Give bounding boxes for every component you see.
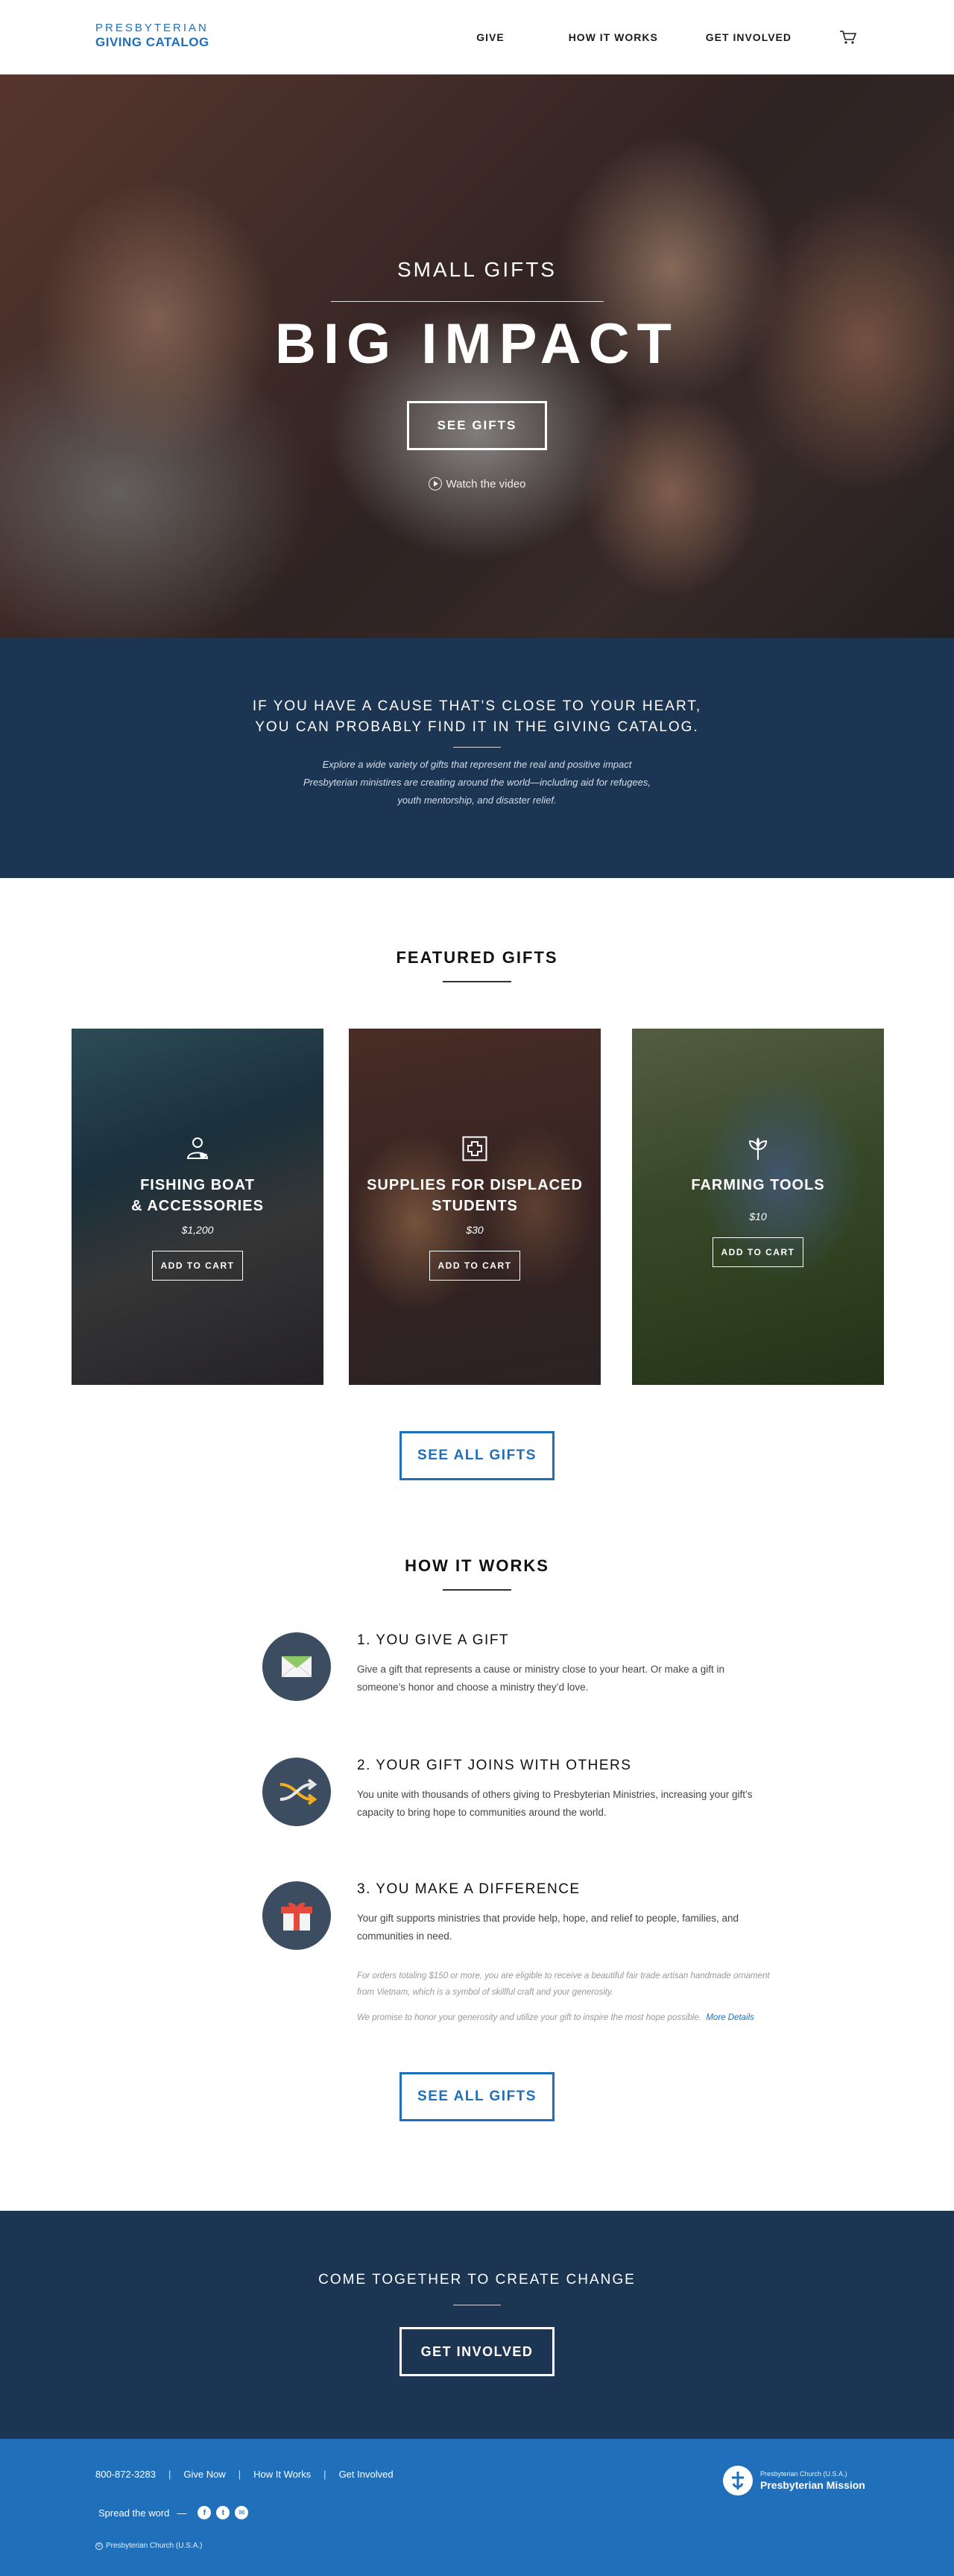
email-icon[interactable]: ✉ — [235, 2506, 249, 2519]
how-it-works-title: HOW IT WORKS — [405, 1556, 549, 1575]
person-boat-icon — [185, 1136, 210, 1161]
step-1-text: Give a gift that represents a cause or m… — [357, 1664, 724, 1693]
spread-label: Spread the word — [98, 2507, 170, 2519]
more-details-link[interactable]: More Details — [706, 2013, 754, 2022]
see-all-gifts-button[interactable]: SEE ALL GIFTS — [399, 1431, 555, 1480]
intro-body: Explore a wide variety of gifts that rep… — [303, 759, 651, 806]
step-3-title: 3. YOU MAKE A DIFFERENCE — [357, 1881, 581, 1897]
nav-give[interactable]: GIVE — [476, 31, 504, 43]
pcusa-seal-icon — [723, 2466, 753, 2496]
sprout-icon — [745, 1136, 771, 1161]
add-to-cart-button[interactable]: ADD TO CART — [152, 1251, 243, 1281]
cta-section: COME TOGETHER TO CREATE CHANGE GET INVOL… — [0, 2211, 954, 2439]
featured-gifts-title: FEATURED GIFTS — [396, 948, 558, 967]
gift-price: $1,200 — [181, 1224, 214, 1236]
gift-name-line1: SUPPLIES FOR DISPLACED — [367, 1177, 583, 1193]
footer-links: 800-872-3283 | Give Now | How It Works |… — [95, 2469, 394, 2480]
org-name: Presbyterian Mission — [760, 2479, 865, 2491]
gift-card-fishing-boat[interactable]: FISHING BOAT & ACCESSORIES $1,200 ADD TO… — [72, 1029, 323, 1385]
intro-section: IF YOU HAVE A CAUSE THAT’S CLOSE TO YOUR… — [0, 638, 954, 878]
site-logo[interactable]: PRESBYTERIAN GIVING CATALOG — [95, 22, 209, 48]
fine-print-promise-text: We promise to honor your generosity and … — [357, 2013, 701, 2022]
gift-name-line1: FISHING BOAT — [140, 1177, 255, 1193]
merge-arrows-icon — [262, 1758, 331, 1826]
gift-box-icon — [262, 1881, 331, 1950]
presbyterian-mission-logo[interactable]: Presbyterian Church (U.S.A.) Presbyteria… — [723, 2466, 865, 2496]
copyright: © Presbyterian Church (U.S.A.) — [95, 2542, 203, 2550]
cart-icon[interactable] — [839, 30, 857, 45]
footer-link-how-it-works[interactable]: How It Works — [253, 2469, 311, 2480]
step-3-text: Your gift supports ministries that provi… — [357, 1913, 739, 1942]
hero-banner: SMALL GIFTS BIG IMPACT SEE GIFTS Watch t… — [0, 75, 954, 638]
org-small-label: Presbyterian Church (U.S.A.) — [760, 2470, 847, 2478]
nav-how-it-works[interactable]: HOW IT WORKS — [569, 31, 658, 43]
see-all-gifts-button-2[interactable]: SEE ALL GIFTS — [399, 2072, 555, 2121]
main-nav: GIVE HOW IT WORKS GET INVOLVED — [476, 0, 954, 75]
spread-the-word: Spread the word — f t ✉ — [98, 2506, 249, 2519]
footer-phone[interactable]: 800-872-3283 — [95, 2469, 156, 2480]
footer-link-give-now[interactable]: Give Now — [183, 2469, 225, 2480]
site-header: PRESBYTERIAN GIVING CATALOG GIVE HOW IT … — [0, 0, 954, 75]
step-2-title: 2. YOUR GIFT JOINS WITH OTHERS — [357, 1758, 632, 1773]
logo-line-1: PRESBYTERIAN — [95, 22, 209, 34]
medical-cross-icon — [462, 1136, 487, 1161]
gift-name-line1: FARMING TOOLS — [691, 1177, 825, 1193]
nav-get-involved[interactable]: GET INVOLVED — [706, 31, 792, 43]
add-to-cart-button[interactable]: ADD TO CART — [429, 1251, 520, 1281]
gift-price: $30 — [466, 1224, 484, 1236]
intro-heading: IF YOU HAVE A CAUSE THAT’S CLOSE TO YOUR… — [252, 698, 702, 735]
fine-print-ornament: For orders totaling $150 or more, you ar… — [357, 1972, 770, 1997]
watch-video-label: Watch the video — [446, 477, 526, 490]
see-gifts-button[interactable]: SEE GIFTS — [407, 401, 547, 450]
twitter-icon[interactable]: t — [216, 2506, 230, 2519]
cta-heading: COME TOGETHER TO CREATE CHANGE — [318, 2272, 636, 2288]
gift-name-line2: & ACCESSORIES — [131, 1198, 264, 1214]
envelope-icon — [262, 1632, 331, 1701]
gift-card-farming-tools[interactable]: FARMING TOOLS $10 ADD TO CART — [632, 1029, 884, 1385]
add-to-cart-button[interactable]: ADD TO CART — [713, 1237, 803, 1267]
logo-line-2: GIVING CATALOG — [95, 35, 209, 49]
fine-print-promise: We promise to honor your generosity and … — [357, 2010, 774, 2026]
gift-price: $10 — [749, 1210, 767, 1222]
hero-subtitle: SMALL GIFTS — [397, 258, 557, 281]
gift-name-line2: STUDENTS — [432, 1198, 518, 1214]
footer-link-get-involved[interactable]: Get Involved — [339, 2469, 394, 2480]
hero-divider — [331, 301, 604, 302]
gift-card-supplies[interactable]: SUPPLIES FOR DISPLACED STUDENTS $30 ADD … — [349, 1029, 601, 1385]
step-1-title: 1. YOU GIVE A GIFT — [357, 1632, 510, 1648]
featured-divider — [443, 981, 511, 982]
watch-video-link[interactable]: Watch the video — [0, 477, 954, 490]
hero-title: BIG IMPACT — [275, 312, 679, 376]
copyright-text: Presbyterian Church (U.S.A.) — [106, 2542, 203, 2550]
get-involved-button[interactable]: GET INVOLVED — [399, 2327, 555, 2376]
site-footer: 800-872-3283 | Give Now | How It Works |… — [0, 2439, 954, 2576]
play-icon — [428, 477, 442, 490]
how-divider — [443, 1589, 511, 1591]
intro-divider — [453, 747, 501, 748]
copyright-icon: © — [95, 2542, 103, 2550]
facebook-icon[interactable]: f — [198, 2506, 212, 2519]
step-2-text: You unite with thousands of others givin… — [357, 1789, 753, 1818]
